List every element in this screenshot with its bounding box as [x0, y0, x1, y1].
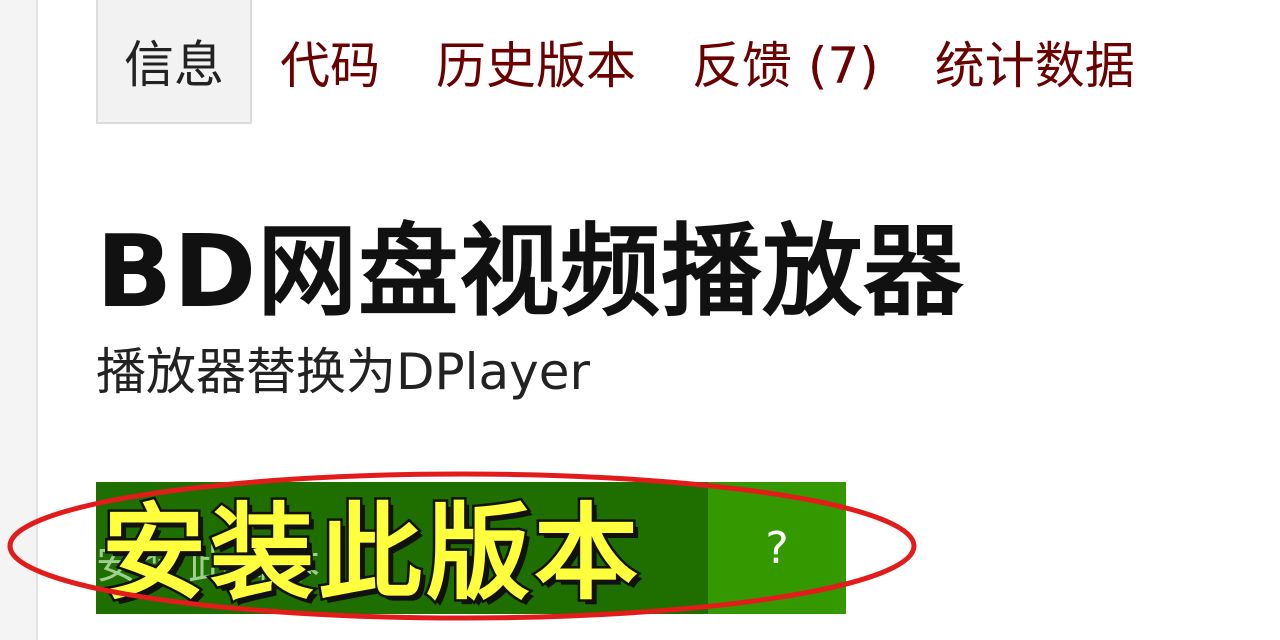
annotation-label: 安装此版本	[100, 489, 643, 616]
tab-code[interactable]: 代码	[252, 0, 408, 124]
tab-label: 历史版本	[436, 37, 636, 95]
script-description: 播放器替换为DPlayer	[96, 343, 591, 401]
script-tabs: 信息 代码 历史版本 反馈 (7) 统计数据	[96, 0, 1163, 124]
tab-info[interactable]: 信息	[96, 0, 252, 124]
install-help-button[interactable]: ?	[708, 482, 846, 614]
tab-label: 信息	[124, 36, 224, 94]
tab-stats[interactable]: 统计数据	[907, 0, 1163, 124]
left-sidebar-edge	[0, 0, 38, 640]
tab-label: 代码	[280, 37, 380, 95]
tab-feedback[interactable]: 反馈 (7)	[664, 0, 907, 124]
tab-history[interactable]: 历史版本	[408, 0, 664, 124]
tab-label: 统计数据	[934, 37, 1135, 95]
tab-label: 反馈 (7)	[692, 37, 879, 95]
script-title: BD网盘视频播放器	[96, 213, 965, 330]
help-label: ?	[765, 522, 789, 574]
